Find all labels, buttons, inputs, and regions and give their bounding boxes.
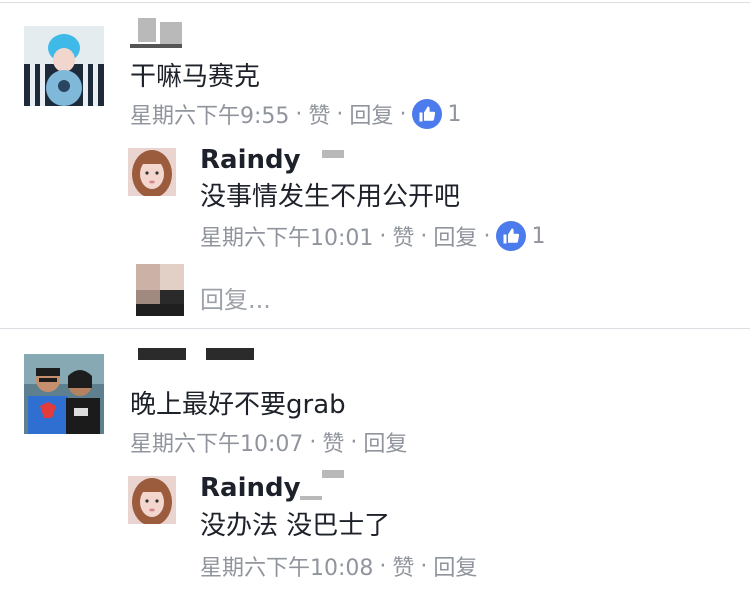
like-link[interactable]: 赞 <box>392 550 414 582</box>
meta-separator: · <box>295 101 303 127</box>
commenter-name-redacted <box>130 348 260 364</box>
meta-separator: · <box>420 223 428 249</box>
comment-timestamp[interactable]: 星期六下午9:55 <box>130 98 289 130</box>
meta-separator: · <box>309 429 317 455</box>
redacted-mark <box>322 470 344 478</box>
reply-timestamp[interactable]: 星期六下午10:01 <box>200 220 373 252</box>
reply-avatar[interactable] <box>128 148 176 196</box>
reply-link[interactable]: 回复 <box>363 426 407 458</box>
reply-link[interactable]: 回复 <box>433 220 477 252</box>
comment-timestamp[interactable]: 星期六下午10:07 <box>130 426 303 458</box>
meta-separator: · <box>483 223 491 249</box>
comment-meta: 星期六下午9:55 · 赞 · 回复 · 1 <box>130 98 461 130</box>
like-link[interactable]: 赞 <box>322 426 344 458</box>
like-count[interactable]: 1 <box>531 224 545 249</box>
comment-meta: 星期六下午10:07 · 赞 · 回复 <box>130 426 407 458</box>
comment-divider <box>0 328 750 329</box>
commenter-name-redacted <box>130 18 190 50</box>
reply-link[interactable]: 回复 <box>349 98 393 130</box>
comment-text: 干嘛马赛克 <box>130 62 261 92</box>
like-count[interactable]: 1 <box>447 102 461 127</box>
meta-separator: · <box>350 429 358 455</box>
reply-meta: 星期六下午10:01 · 赞 · 回复 · 1 <box>200 220 545 252</box>
meta-separator: · <box>399 101 407 127</box>
reply-text: 没办法 没巴士了 <box>200 511 391 541</box>
like-link[interactable]: 赞 <box>308 98 330 130</box>
meta-separator: · <box>379 553 387 579</box>
redacted-mark <box>322 150 344 158</box>
current-user-avatar <box>136 264 184 316</box>
reply-meta: 星期六下午10:08 · 赞 · 回复 <box>200 550 477 582</box>
reply-timestamp[interactable]: 星期六下午10:08 <box>200 550 373 582</box>
like-link[interactable]: 赞 <box>392 220 414 252</box>
commenter-avatar[interactable] <box>24 26 104 106</box>
meta-separator: · <box>379 223 387 249</box>
top-divider <box>0 2 750 3</box>
commenter-avatar[interactable] <box>24 354 104 434</box>
reply-text: 没事情发生不用公开吧 <box>200 182 461 212</box>
reply-author-name[interactable]: Raindy <box>200 473 301 503</box>
meta-separator: · <box>336 101 344 127</box>
reply-avatar[interactable] <box>128 476 176 524</box>
reply-link[interactable]: 回复 <box>433 550 477 582</box>
meta-separator: · <box>420 553 428 579</box>
like-thumb-icon[interactable] <box>412 99 443 129</box>
reply-author-name[interactable]: Raindy <box>200 145 301 175</box>
reply-input[interactable]: 回复... <box>200 280 271 315</box>
like-thumb-icon[interactable] <box>496 221 527 251</box>
comment-text: 晚上最好不要grab <box>130 390 346 420</box>
redacted-mark <box>300 496 322 500</box>
